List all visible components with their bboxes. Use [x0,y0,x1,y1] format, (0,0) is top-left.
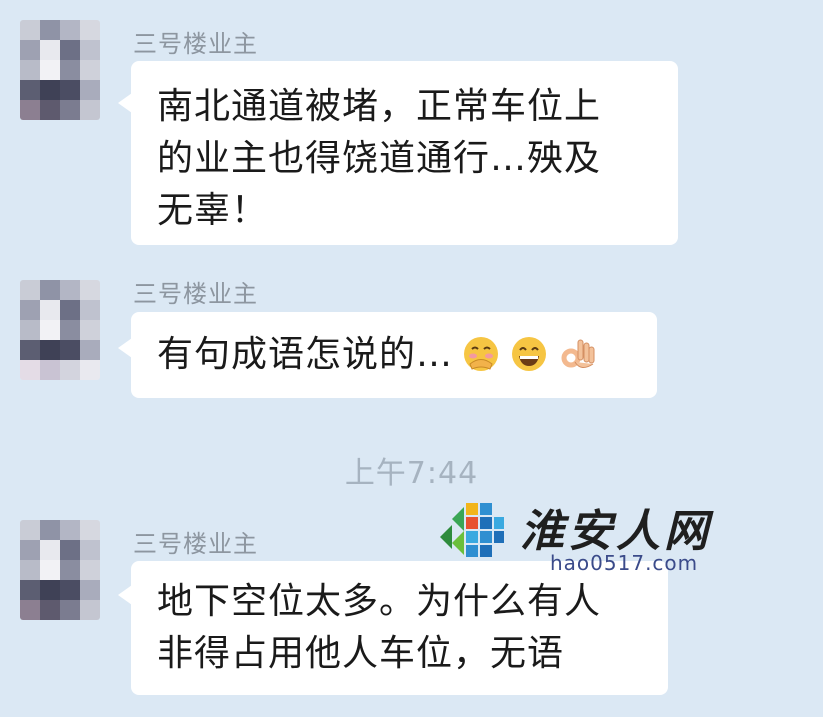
message-text-line: 无辜！ [157,190,269,231]
timestamp: 上午7:44 [344,456,479,491]
ok-hand-emoji [557,334,597,374]
message-text-line: 南北通道被堵，正常车位上 [157,86,602,127]
message-text: 有句成语怎说的… [157,334,454,375]
watermark: 淮安人网 hao0517.com [430,495,760,585]
site-logo-icon [440,503,504,557]
face-with-hand-over-mouth-emoji [461,334,501,374]
avatar[interactable] [20,20,100,120]
message-text-line: 有句成语怎说的… [157,329,631,381]
watermark-url: hao0517.com [550,551,699,575]
watermark-name: 淮安人网 [520,506,712,557]
sender-name: 三号楼业主 [133,30,258,58]
message-text-line: 的业主也得饶道通行…殃及 [157,138,602,179]
message-text-line: 非得占用他人车位，无语 [157,633,565,674]
sender-name: 三号楼业主 [133,280,258,308]
message-bubble[interactable]: 有句成语怎说的… [118,312,657,398]
grinning-face-emoji [509,334,549,374]
sender-name: 三号楼业主 [133,530,258,558]
avatar[interactable] [20,520,100,620]
message-bubble[interactable]: 南北通道被堵，正常车位上 的业主也得饶道通行…殃及 无辜！ [118,61,678,245]
avatar[interactable] [20,280,100,380]
